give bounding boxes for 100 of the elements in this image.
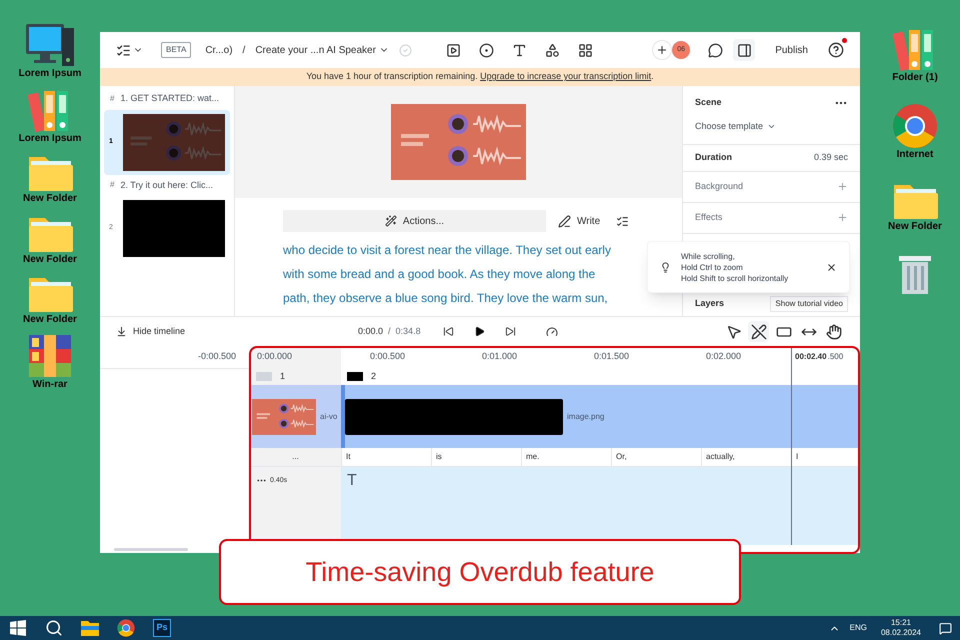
add-icon[interactable] (837, 212, 848, 223)
duration-label: Duration (695, 150, 732, 164)
notification-icon[interactable] (939, 622, 952, 634)
computer-icon (24, 22, 76, 68)
search-icon[interactable] (45, 619, 63, 637)
desktop-icon-label[interactable]: Win-rar (32, 378, 68, 391)
scrollbar[interactable] (114, 548, 188, 550)
callout-text: Time-saving Overdub feature (306, 556, 654, 589)
scene-swatch (347, 372, 363, 381)
script-text-line[interactable]: with some bread and a good book. As they move along the (283, 262, 634, 286)
actions-button[interactable]: Actions... (283, 210, 546, 232)
clock-time[interactable]: 15:21 (890, 618, 911, 628)
word-cell[interactable]: me. (526, 451, 540, 463)
side-panel-icon (736, 42, 752, 58)
duration-value: 0.39 sec (814, 150, 848, 164)
panel-toggle-button[interactable] (733, 39, 756, 61)
pen-icon (558, 214, 571, 228)
skip-forward-icon[interactable] (504, 326, 516, 337)
overdub-track[interactable]: T (341, 467, 860, 545)
tip-text: Hold Ctrl to zoom (681, 262, 744, 272)
lightbulb-icon (660, 262, 671, 272)
add-icon[interactable] (837, 181, 848, 192)
photoshop-app[interactable]: Ps (153, 619, 171, 637)
browser-icon (892, 102, 938, 148)
browser-icon[interactable] (117, 619, 135, 637)
publish-button[interactable]: Publish (765, 42, 818, 58)
upgrade-link[interactable]: Upgrade to increase your transcription limit (480, 71, 652, 82)
scene-title[interactable]: 1. GET STARTED: wat... (120, 92, 219, 106)
current-time: 0:00.0 (358, 324, 384, 338)
language-indicator[interactable]: ENG (850, 622, 867, 634)
record-icon[interactable] (478, 42, 494, 58)
text-tool-glyph: T (347, 472, 357, 489)
section-title[interactable]: Effects (695, 210, 722, 224)
help-icon[interactable] (828, 42, 844, 58)
script-text-line[interactable]: who decide to visit a forest near the village. They set out early (283, 238, 634, 262)
tutorial-button[interactable]: Show tutorial video (770, 296, 848, 312)
desktop-icon-label[interactable]: Lorem Ipsum (18, 68, 82, 80)
video-icon[interactable] (446, 42, 461, 58)
ruler-label: -0:00.500 (198, 350, 236, 364)
desktop-icon-label[interactable]: New Folder (23, 254, 77, 266)
pointer-icon (726, 324, 742, 340)
clip[interactable]: ai-vo (250, 385, 341, 448)
word-cell[interactable]: actually, (706, 451, 735, 463)
banner-text: You have 1 hour of transcription remaining. Upgrade to increase your transcription limit. (306, 70, 654, 84)
scene-heading: Scene (695, 96, 722, 110)
words-label: ... (292, 451, 299, 463)
comment-icon[interactable] (708, 42, 724, 58)
ruler-label: 0:00.500 (370, 350, 406, 364)
ruler-label: 0:01.000 (482, 350, 518, 364)
clip[interactable]: image.png (341, 385, 860, 448)
ruler-label: 0:02.000 (706, 350, 742, 364)
play-icon[interactable] (474, 326, 485, 337)
menu-icon[interactable] (116, 42, 131, 58)
word-cell[interactable]: It (346, 451, 350, 463)
section-title[interactable]: Background (695, 180, 744, 194)
word-cell[interactable]: is (436, 451, 442, 463)
desktop-icon-label[interactable]: New Folder (23, 314, 77, 326)
desktop-icon-label[interactable]: New Folder (23, 193, 77, 206)
word-cell[interactable]: Or, (616, 451, 627, 463)
breadcrumb-separator: / (242, 44, 246, 58)
grid-icon[interactable] (578, 42, 593, 58)
scene-title[interactable]: 2. Try it out here: Clic... (120, 178, 213, 192)
tip-text: While scrolling, (681, 250, 736, 262)
project-title-dropdown[interactable]: Create your ...n AI Speaker (255, 42, 389, 58)
scene-number: 2 (371, 370, 376, 383)
total-time: 0:34.8 (396, 324, 421, 338)
desktop-icon-label[interactable]: Internet (896, 148, 934, 161)
skip-back-icon[interactable] (442, 326, 454, 337)
check-icon[interactable] (398, 44, 412, 56)
tip-text: Hold Shift to scroll horizontally (681, 272, 788, 284)
hide-timeline-button[interactable]: Hide timeline (116, 324, 326, 338)
windows-icon[interactable] (10, 620, 26, 636)
archive-icon (27, 332, 73, 378)
timeline-tool-button[interactable] (748, 321, 769, 342)
close-icon[interactable] (826, 262, 837, 272)
write-button[interactable]: Write (558, 214, 600, 228)
folder-icon[interactable] (80, 619, 100, 637)
text-icon[interactable] (512, 42, 527, 58)
plus-icon (656, 44, 668, 56)
shapes-icon[interactable] (544, 42, 560, 58)
list-icon[interactable] (616, 214, 630, 228)
collapse-icon (116, 326, 127, 337)
clip-name: ai-vo (320, 410, 338, 422)
template-dropdown[interactable]: Choose template (695, 120, 848, 134)
desktop-icon-label[interactable]: Lorem Ipsum (18, 132, 82, 145)
magic-wand-icon (384, 215, 397, 227)
add-button[interactable] (652, 40, 672, 60)
ruler-label: .500 (828, 351, 844, 363)
layers-heading: Layers (695, 297, 724, 310)
playhead-time: 00:02.40 (795, 351, 827, 363)
hash-mark: # (110, 92, 114, 105)
hand-icon (826, 324, 842, 340)
speed-icon[interactable] (546, 326, 558, 338)
desktop-icon-label[interactable]: Folder (1) (892, 72, 938, 84)
word-cell[interactable]: I (796, 451, 798, 463)
clip-name: image.png (567, 410, 604, 422)
clock-date[interactable]: 08.02.2024 (880, 628, 921, 638)
breadcrumb-link[interactable]: Cr...o) (205, 42, 233, 58)
desktop-icon-label[interactable]: New Folder (888, 221, 942, 234)
script-text-line[interactable]: path, they observe a blue song bird. They love the warm sun, (283, 286, 634, 310)
